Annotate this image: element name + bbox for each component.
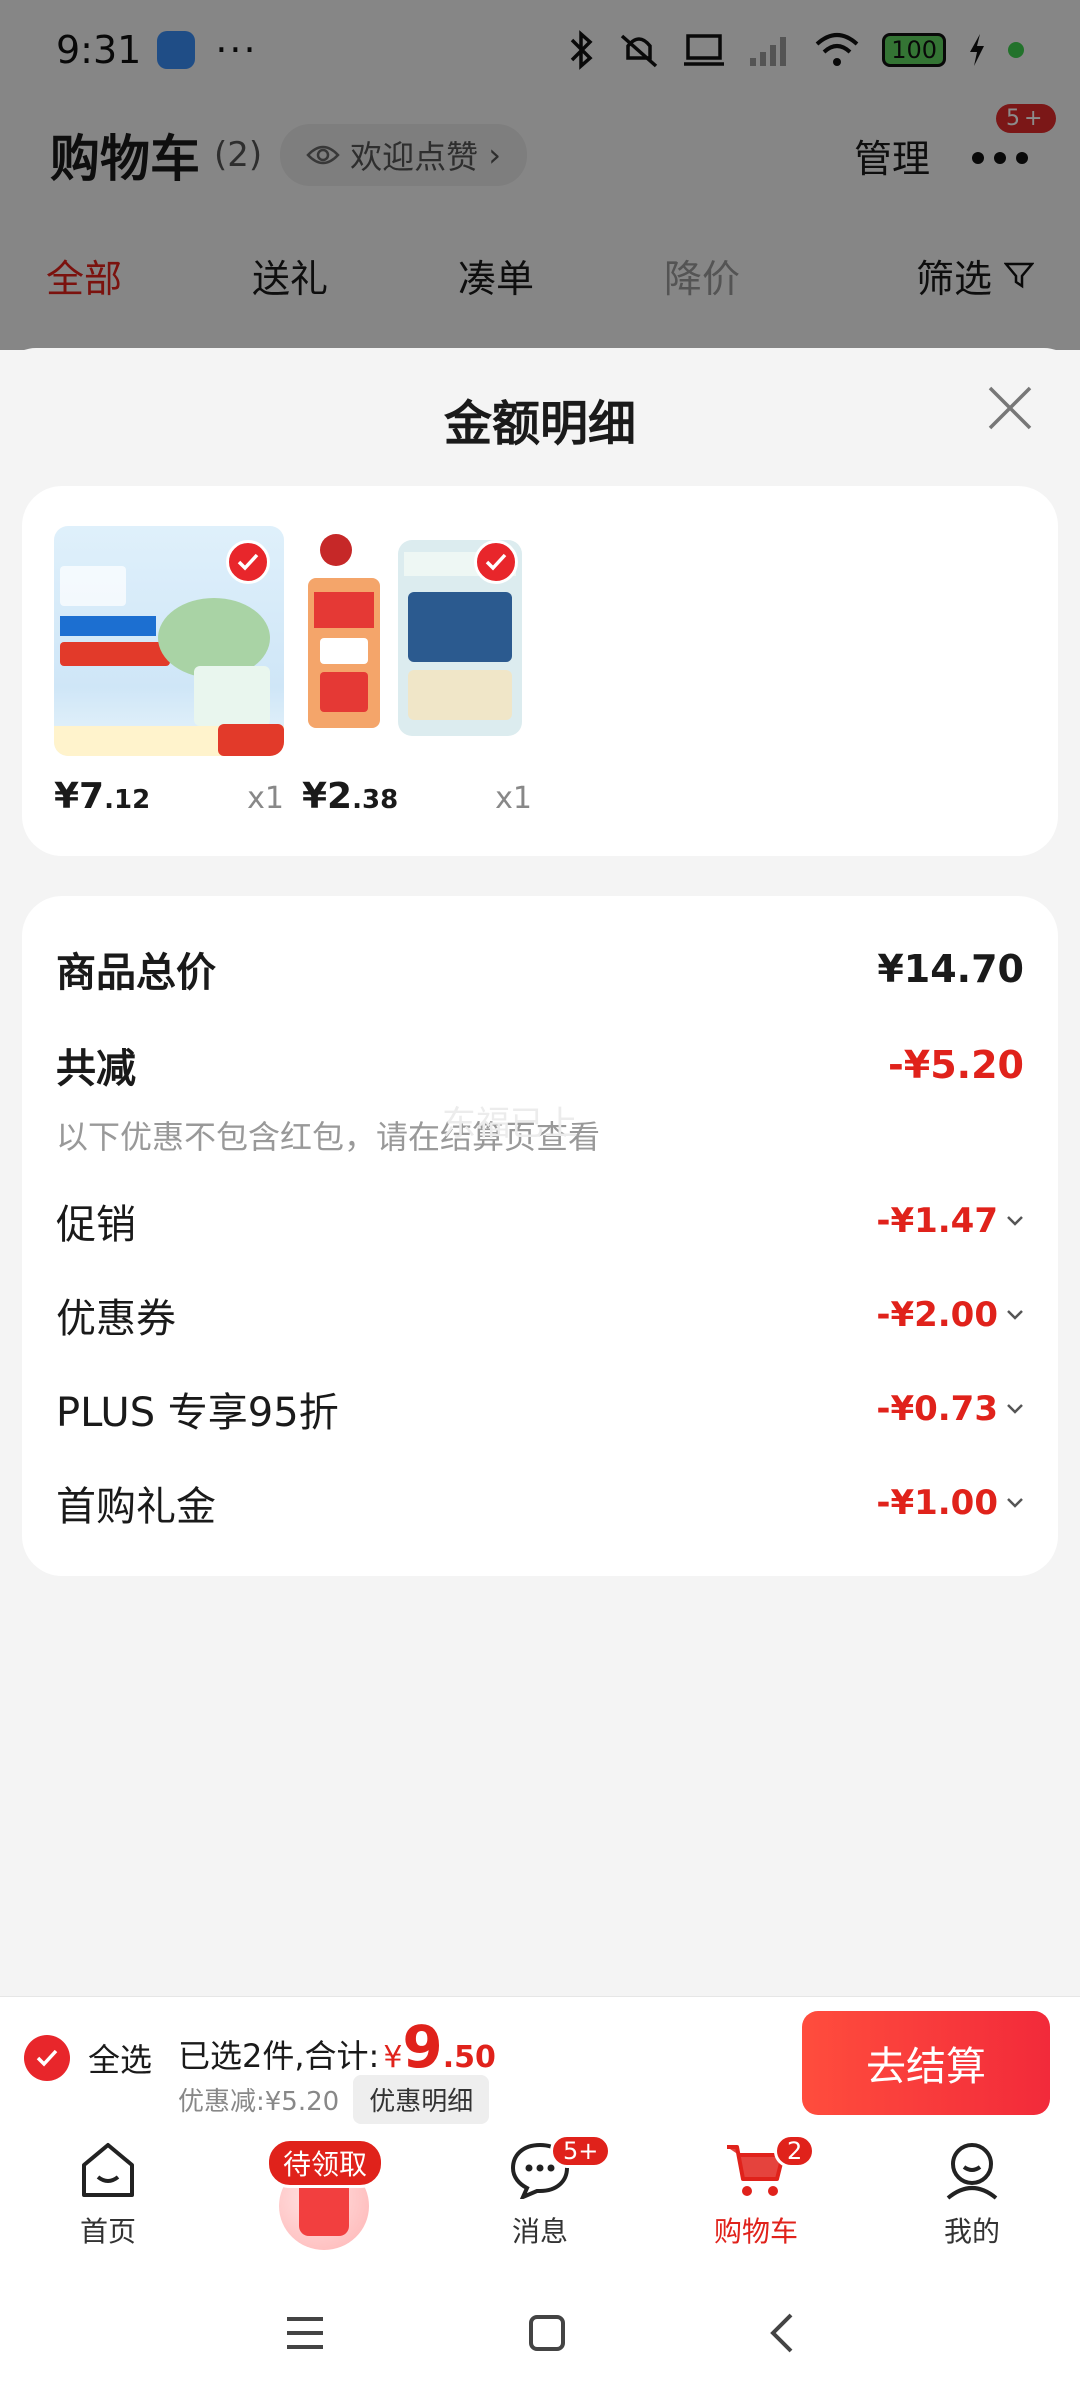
tab-red-packet[interactable]: 待领取 (216, 2130, 432, 2266)
product-item[interactable]: ¥7 .12 x1 (54, 526, 284, 817)
back-icon[interactable] (767, 2311, 797, 2355)
dim-overlay[interactable] (0, 0, 1080, 350)
profile-icon (942, 2138, 1002, 2202)
product-list-card: ¥7 .12 x1 ¥2 .38 x1 (22, 486, 1058, 856)
select-all-toggle[interactable]: 全选 (24, 2035, 152, 2081)
product-quantity: x1 (495, 781, 532, 816)
total-summary: 已选2件,合计: ¥ 9 .50 (178, 2013, 496, 2081)
tab-home-label: 首页 (79, 2215, 136, 2248)
chevron-down-icon (1007, 1404, 1023, 1414)
product-price-row: ¥2 .38 x1 (302, 776, 532, 817)
total-currency: ¥ (383, 2040, 403, 2075)
discount-value: -¥1.00 (876, 1483, 1024, 1523)
cart-badge: 2 (774, 2134, 816, 2168)
sheet-title: 金额明细 (443, 396, 636, 452)
discount-detail-button[interactable]: 优惠明细 (353, 2075, 490, 2124)
discount-label: 首购礼金 (56, 1484, 216, 1530)
selected-check-icon (474, 540, 518, 584)
discount-label: 促销 (56, 1202, 136, 1248)
discount-value: -¥2.00 (876, 1295, 1024, 1335)
checkout-bar: 全选 已选2件,合计: ¥ 9 .50 优惠减:¥5.20 优惠明细 去结算 (0, 1996, 1080, 2130)
close-button[interactable] (980, 378, 1040, 438)
discount-summary-text: 优惠减:¥5.20 (178, 2087, 340, 2117)
total-price-row: 商品总价 ¥14.70 (56, 940, 1024, 998)
total-price-value: ¥14.70 (877, 947, 1024, 991)
discount-amount: -¥1.47 (876, 1201, 998, 1241)
product-price-row: ¥7 .12 x1 (54, 776, 284, 817)
price-integer: ¥7 (54, 776, 105, 817)
promo-tag: 待领取 (266, 2138, 385, 2188)
checkout-button[interactable]: 去结算 (802, 2011, 1050, 2115)
total-reduction-value: -¥5.20 (888, 1043, 1024, 1087)
chevron-down-icon (1007, 1498, 1023, 1508)
discount-row-first-purchase[interactable]: 首购礼金 -¥1.00 (56, 1474, 1024, 1532)
discount-label: 优惠券 (56, 1296, 176, 1342)
discount-row-coupon[interactable]: 优惠券 -¥2.00 (56, 1286, 1024, 1344)
product-quantity: x1 (247, 781, 284, 816)
system-nav-bar (0, 2266, 1080, 2400)
discount-row-plus[interactable]: PLUS 专享95折 -¥0.73 (56, 1380, 1024, 1438)
amount-detail-sheet: 金额明细 ¥7 .12 x1 ¥2 .38 x1 商品总价 ¥14.70 共减 … (0, 348, 1080, 1998)
discount-amount: -¥1.00 (876, 1483, 998, 1523)
price-decimal: .12 (104, 785, 151, 815)
tab-messages[interactable]: 5+ 消息 (432, 2130, 648, 2266)
tab-cart[interactable]: 2 购物车 (648, 2130, 864, 2266)
menu-icon[interactable] (283, 2313, 327, 2353)
tab-cart-label: 购物车 (713, 2215, 798, 2248)
tab-messages-label: 消息 (511, 2215, 568, 2248)
check-circle-icon (24, 2035, 70, 2081)
price-integer: ¥2 (302, 776, 353, 817)
total-price-label: 商品总价 (56, 950, 216, 996)
discount-label: PLUS 专享95折 (56, 1390, 339, 1436)
watermark-text: 东福已上 (442, 1104, 578, 1144)
discount-summary: 优惠减:¥5.20 优惠明细 (178, 2075, 490, 2124)
home-icon (78, 2138, 138, 2202)
close-icon (988, 386, 1032, 430)
selected-summary-text: 已选2件,合计: (178, 2037, 380, 2075)
tab-mine[interactable]: 我的 (864, 2130, 1080, 2266)
discount-value: -¥0.73 (876, 1389, 1024, 1429)
product-item[interactable]: ¥2 .38 x1 (302, 526, 532, 817)
product-image (302, 526, 532, 756)
tab-home[interactable]: 首页 (0, 2130, 216, 2266)
discount-amount: -¥2.00 (876, 1295, 998, 1335)
total-reduction-row: 共减 -¥5.20 (56, 1036, 1024, 1094)
price-breakdown-card: 商品总价 ¥14.70 共减 -¥5.20 以下优惠不包含红包，请在结算页查看 … (22, 896, 1058, 1576)
discount-amount: -¥0.73 (876, 1389, 998, 1429)
messages-badge: 5+ (550, 2134, 612, 2168)
chevron-down-icon (1007, 1310, 1023, 1320)
product-image (54, 526, 284, 756)
total-reduction-label: 共减 (56, 1046, 136, 1092)
selected-check-icon (226, 540, 270, 584)
price-decimal: .38 (352, 785, 399, 815)
discount-row-promotion[interactable]: 促销 -¥1.47 (56, 1192, 1024, 1250)
total-decimal: .50 (442, 2040, 496, 2075)
bottom-tab-bar: 首页 待领取 5+ 消息 2 购物车 我的 (0, 2130, 1080, 2266)
discount-value: -¥1.47 (876, 1201, 1024, 1241)
tab-mine-label: 我的 (943, 2215, 1000, 2248)
home-square-icon[interactable] (527, 2313, 567, 2353)
chevron-down-icon (1007, 1216, 1023, 1226)
total-integer: 9 (402, 2013, 443, 2081)
select-all-label: 全选 (88, 2041, 153, 2079)
